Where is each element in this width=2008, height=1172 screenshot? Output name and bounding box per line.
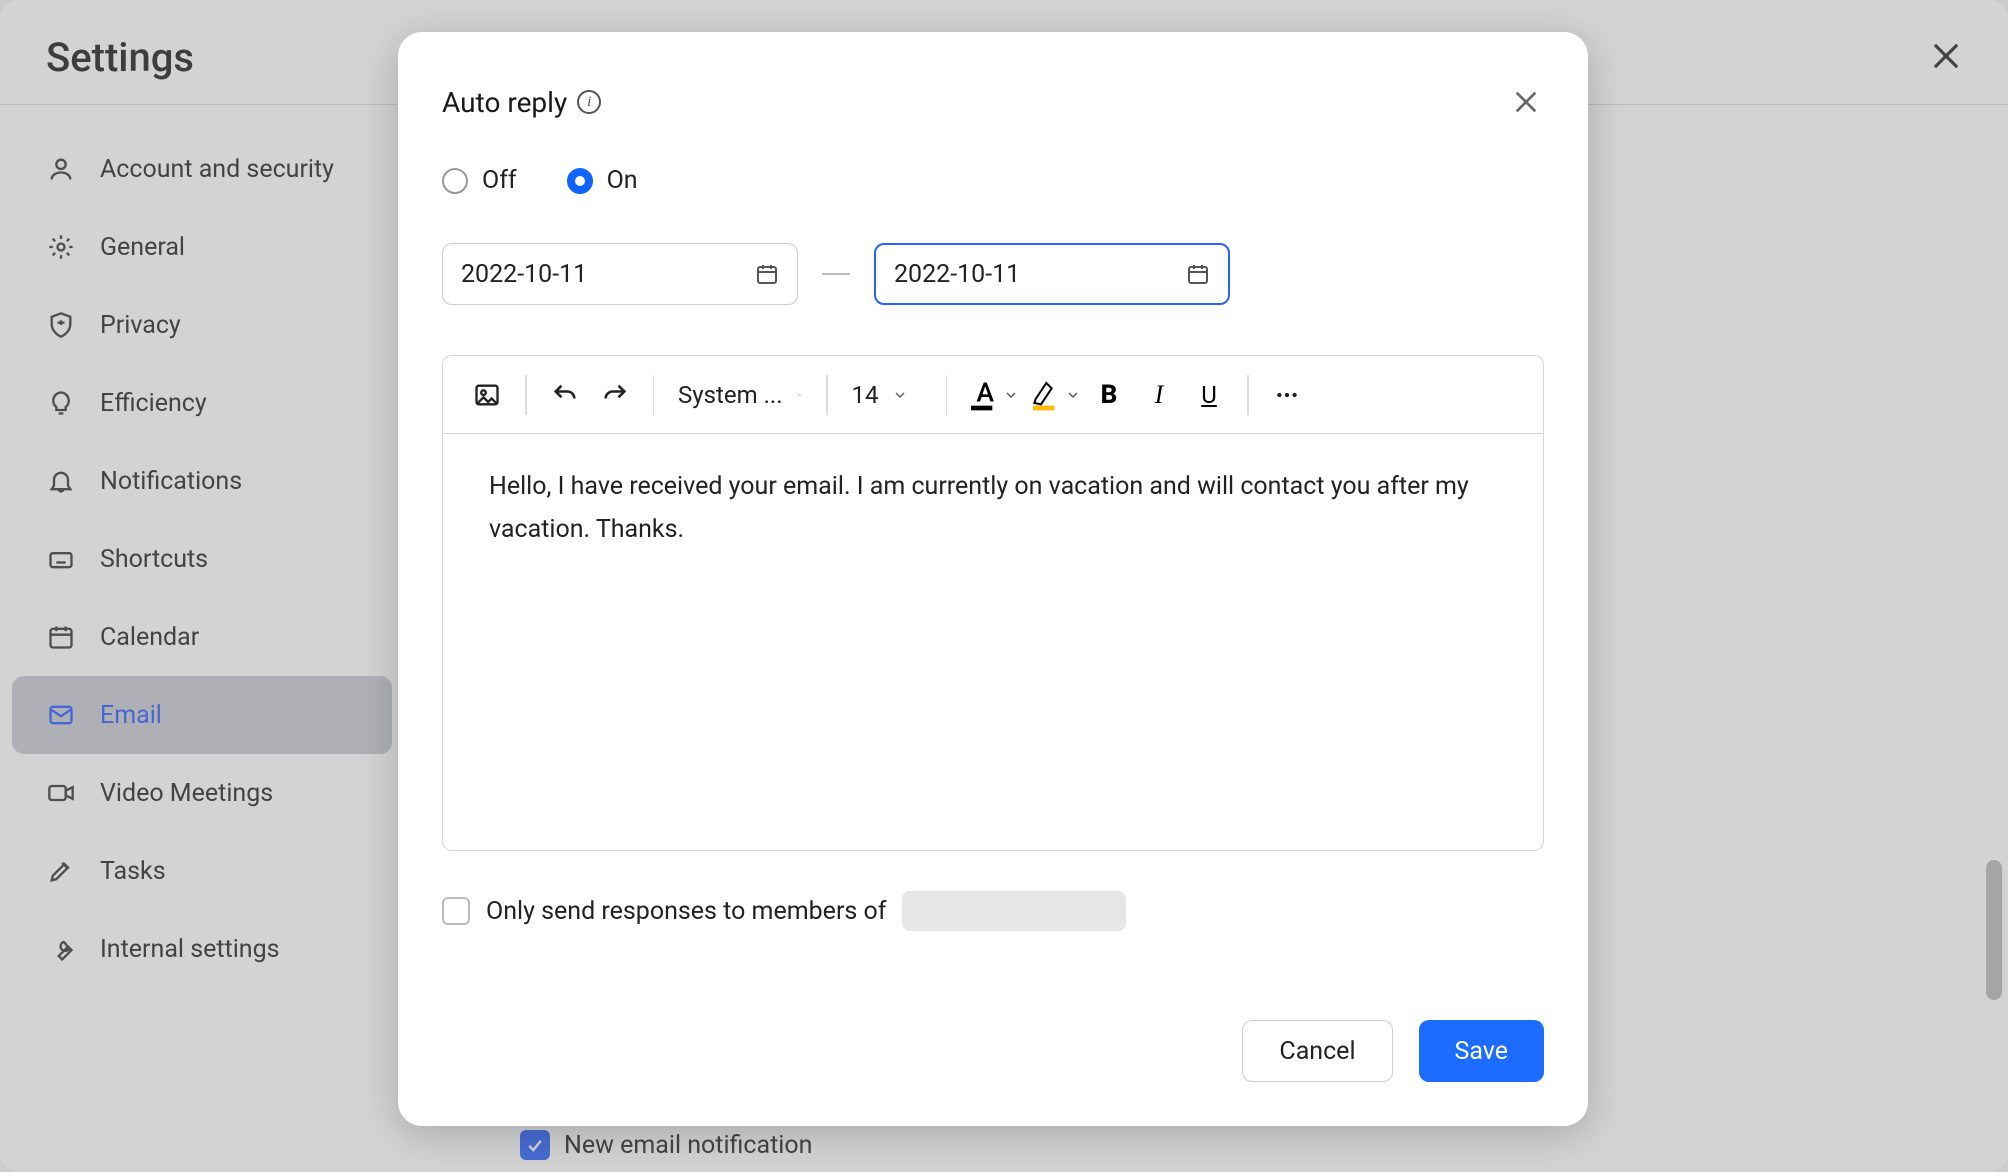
editor-textarea[interactable]: Hello, I have received your email. I am … (443, 434, 1543, 850)
radio-on-label: On (607, 166, 638, 195)
cancel-button[interactable]: Cancel (1242, 1020, 1392, 1082)
underline-icon: U (1201, 381, 1217, 409)
start-date-value: 2022-10-11 (461, 260, 587, 289)
toolbar-separator (525, 375, 527, 415)
modal-title: Auto reply (442, 86, 567, 119)
underline-button[interactable]: U (1185, 371, 1233, 419)
font-color-button[interactable]: A (961, 371, 1021, 419)
redo-button[interactable] (591, 371, 639, 419)
chevron-down-icon (797, 387, 802, 403)
members-only-label: Only send responses to members of (486, 897, 886, 926)
auto-reply-toggle: Off On (442, 166, 1544, 195)
italic-icon: I (1155, 380, 1164, 410)
more-options-button[interactable] (1263, 371, 1311, 419)
highlight-icon (1025, 375, 1065, 415)
members-org-badge (902, 891, 1126, 931)
font-color-icon: A (963, 375, 1003, 415)
radio-off-label: Off (482, 166, 517, 195)
highlight-color-button[interactable] (1023, 371, 1083, 419)
svg-text:A: A (976, 376, 994, 408)
calendar-icon (1186, 262, 1210, 286)
close-icon (1510, 86, 1542, 118)
italic-button[interactable]: I (1135, 371, 1183, 419)
calendar-icon (755, 262, 779, 286)
more-icon (1274, 382, 1300, 408)
bold-button[interactable]: B (1085, 371, 1133, 419)
save-button[interactable]: Save (1419, 1020, 1544, 1082)
radio-off[interactable]: Off (442, 166, 517, 195)
toolbar-separator (1247, 375, 1249, 415)
start-date-input[interactable]: 2022-10-11 (442, 243, 798, 305)
bold-icon: B (1101, 380, 1118, 410)
modal-footer: Cancel Save (442, 1020, 1544, 1082)
chevron-down-icon (892, 387, 908, 403)
radio-icon (567, 168, 593, 194)
toolbar-separator (946, 375, 948, 415)
auto-reply-editor: System ... 14 A (442, 355, 1544, 851)
date-range-separator (822, 273, 850, 275)
radio-icon (442, 168, 468, 194)
modal-header: Auto reply i (442, 84, 1544, 120)
date-range-row: 2022-10-11 2022-10-11 (442, 243, 1544, 305)
modal-title-wrap: Auto reply i (442, 86, 601, 119)
editor-toolbar: System ... 14 A (443, 356, 1543, 434)
undo-icon (551, 381, 579, 409)
image-icon (473, 381, 501, 409)
end-date-value: 2022-10-11 (894, 260, 1020, 289)
font-size-select[interactable]: 14 (842, 381, 932, 409)
auto-reply-modal: Auto reply i Off On 2022-10-11 2022-10-1… (398, 32, 1588, 1126)
toolbar-separator (826, 375, 828, 415)
redo-icon (601, 381, 629, 409)
info-icon[interactable]: i (577, 90, 601, 114)
members-only-row: Only send responses to members of (442, 891, 1544, 931)
font-family-value: System ... (678, 381, 783, 409)
insert-image-button[interactable] (463, 371, 511, 419)
font-family-select[interactable]: System ... (668, 381, 812, 409)
chevron-down-icon (1003, 387, 1019, 403)
chevron-down-icon (1065, 387, 1081, 403)
modal-close-button[interactable] (1508, 84, 1544, 120)
members-only-checkbox[interactable] (442, 897, 470, 925)
radio-on[interactable]: On (567, 166, 638, 195)
font-size-value: 14 (852, 381, 879, 409)
undo-button[interactable] (541, 371, 589, 419)
toolbar-separator (653, 375, 655, 415)
end-date-input[interactable]: 2022-10-11 (874, 243, 1230, 305)
